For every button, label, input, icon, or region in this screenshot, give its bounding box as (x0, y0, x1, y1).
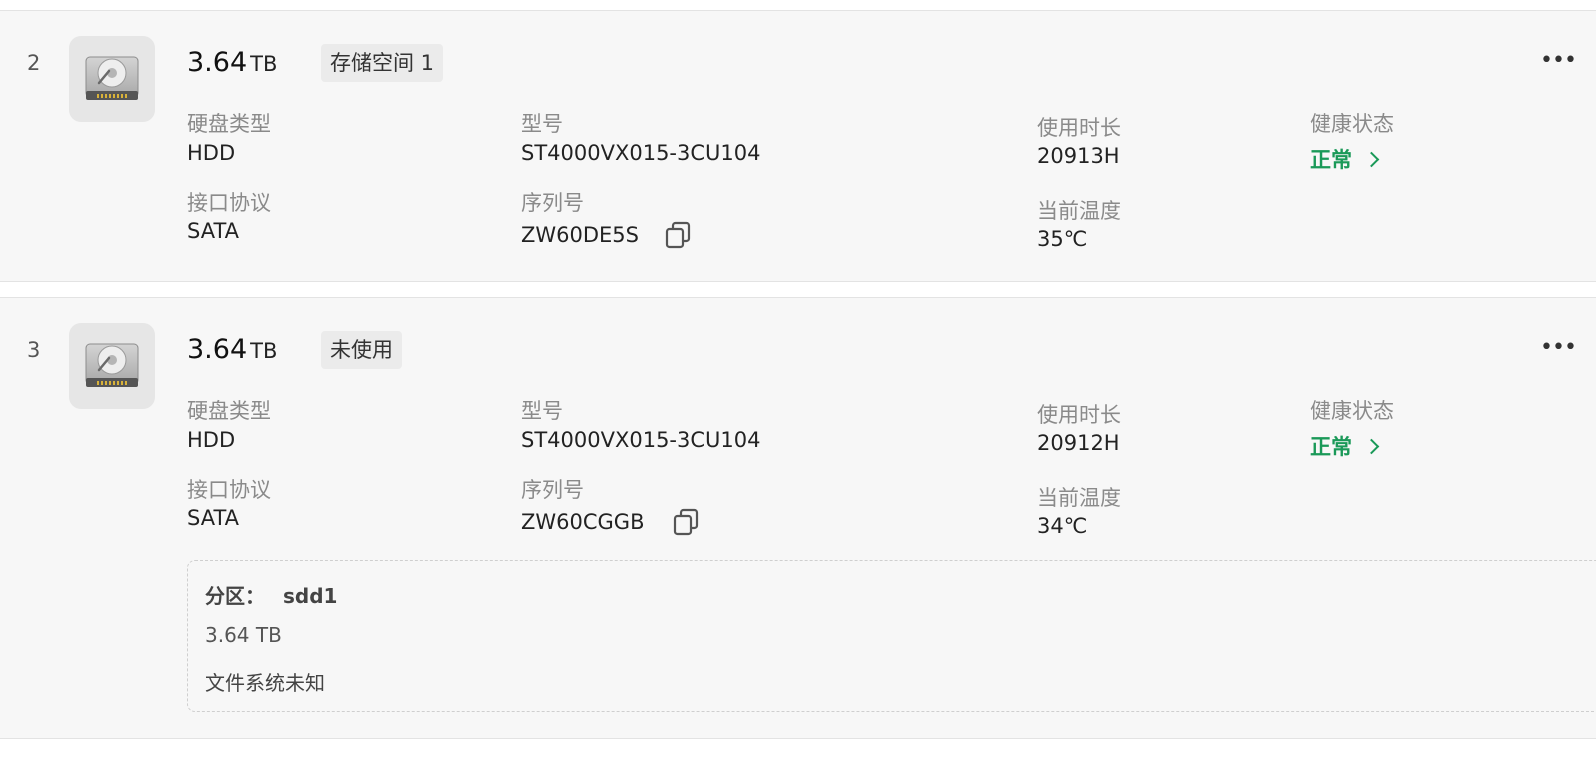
more-icon[interactable]: ••• (1540, 50, 1577, 72)
model-label: 型号 (521, 112, 563, 136)
chevron-right-icon (1363, 151, 1380, 168)
capacity-unit: TB (250, 339, 278, 363)
serial-value: ZW60CGGB (521, 510, 645, 534)
interface-value: SATA (187, 219, 240, 243)
disk-type-label: 硬盘类型 (187, 399, 271, 423)
disk-card: 3 3.64 TB 未使用 ••• 硬盘类型 HDD 接口协议 SATA 型号 … (0, 297, 1596, 739)
copy-icon[interactable] (664, 221, 692, 249)
disk-type-value: HDD (187, 428, 236, 452)
model-value: ST4000VX015-3CU104 (521, 141, 761, 165)
copy-icon[interactable] (672, 508, 700, 536)
disk-type-value: HDD (187, 141, 236, 165)
health-label: 健康状态 (1310, 399, 1394, 423)
capacity-value: 3.64 (187, 334, 248, 365)
health-status-link[interactable]: 正常 (1310, 431, 1380, 461)
disk-capacity: 3.64 TB (187, 47, 277, 78)
interface-label: 接口协议 (187, 478, 271, 502)
temperature-value: 35℃ (1037, 227, 1088, 251)
disk-list: 2 3.64 TB 存储空间 1 ••• 硬盘类型 HDD 接口协议 SATA … (0, 0, 1596, 762)
partition-title: 分区： sdd1 (205, 580, 337, 609)
disk-index: 3 (27, 338, 41, 362)
partition-panel: 分区： sdd1 3.64 TB 文件系统未知 (187, 560, 1596, 712)
health-status-link[interactable]: 正常 (1310, 144, 1380, 174)
serial-value: ZW60DE5S (521, 223, 640, 247)
health-label: 健康状态 (1310, 112, 1394, 136)
hard-disk-icon (69, 36, 155, 122)
temperature-label: 当前温度 (1037, 486, 1121, 510)
more-icon[interactable]: ••• (1540, 337, 1577, 359)
model-value: ST4000VX015-3CU104 (521, 428, 761, 452)
health-status-value: 正常 (1310, 435, 1352, 459)
disk-type-label: 硬盘类型 (187, 112, 271, 136)
interface-label: 接口协议 (187, 191, 271, 215)
disk-capacity: 3.64 TB (187, 334, 277, 365)
usage-hours-value: 20913H (1037, 144, 1120, 168)
capacity-value: 3.64 (187, 47, 248, 78)
partition-name: sdd1 (283, 584, 338, 608)
interface-value: SATA (187, 506, 240, 530)
temperature-value: 34℃ (1037, 514, 1088, 538)
partition-label: 分区： (205, 584, 265, 608)
disk-card: 2 3.64 TB 存储空间 1 ••• 硬盘类型 HDD 接口协议 SATA … (0, 10, 1596, 282)
storage-pool-badge: 存储空间 1 (321, 44, 444, 82)
serial-label: 序列号 (521, 191, 584, 215)
health-status-value: 正常 (1310, 148, 1352, 172)
model-label: 型号 (521, 399, 563, 423)
usage-hours-label: 使用时长 (1037, 403, 1121, 427)
usage-hours-value: 20912H (1037, 431, 1120, 455)
serial-label: 序列号 (521, 478, 584, 502)
usage-hours-label: 使用时长 (1037, 116, 1121, 140)
storage-pool-badge: 未使用 (321, 331, 402, 369)
capacity-unit: TB (250, 52, 278, 76)
chevron-right-icon (1363, 438, 1380, 455)
partition-size: 3.64 TB (205, 623, 282, 647)
temperature-label: 当前温度 (1037, 199, 1121, 223)
hard-disk-icon (69, 323, 155, 409)
disk-index: 2 (27, 51, 41, 75)
partition-filesystem: 文件系统未知 (205, 671, 325, 695)
